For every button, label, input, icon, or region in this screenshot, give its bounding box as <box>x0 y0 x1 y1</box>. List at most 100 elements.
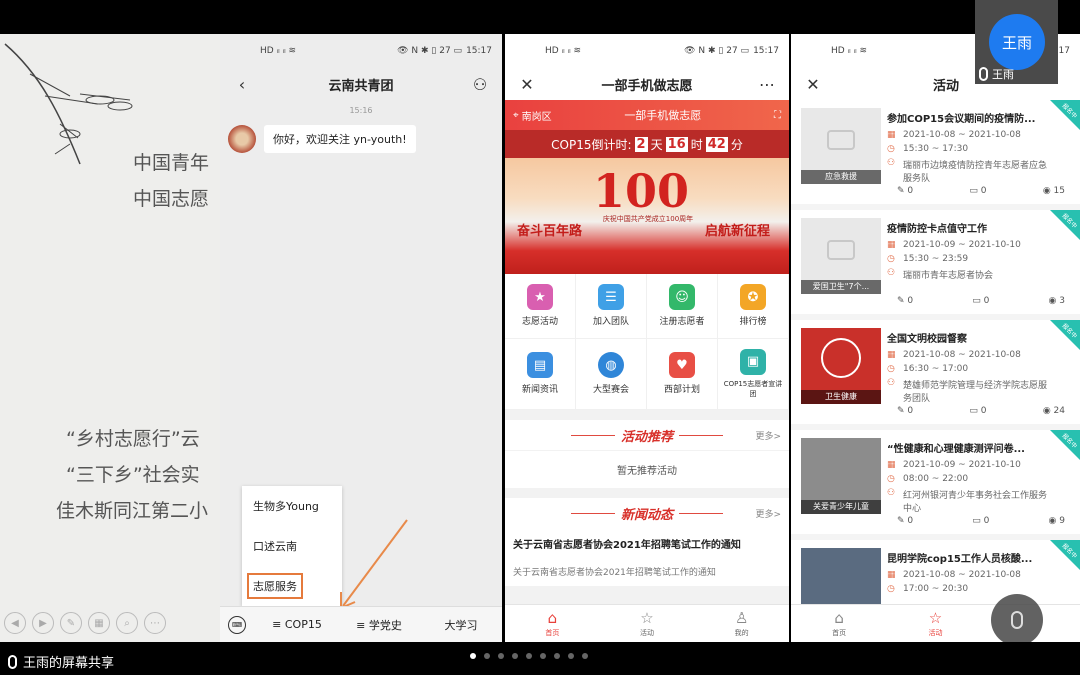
tab-home[interactable]: ⌂ 首页 <box>791 605 887 642</box>
section-recommend-title: 活动推荐 <box>620 429 673 445</box>
more-menu-icon[interactable]: ⋯ <box>757 75 777 94</box>
page-dot[interactable] <box>526 653 532 659</box>
participant-video-tile[interactable]: 王雨 王雨 <box>975 0 1058 84</box>
submenu-item-volunteer-service[interactable]: 志愿服务 <box>242 566 342 606</box>
banner-left-slogan: 奋斗百年路 <box>517 224 583 239</box>
news-item-title[interactable]: 关于云南省志愿者协会2021年招聘笔试工作的通知 <box>505 528 789 555</box>
chat-title: 云南共青团 <box>328 78 394 94</box>
comment-count: ▭ 0 <box>972 516 990 526</box>
activity-card[interactable]: 应急救援 参加COP15会议期间的疫情防... ▦ 2021-10-08 ~ 20… <box>791 100 1080 204</box>
menu-party-history[interactable]: ≡ 学党史 <box>338 617 420 633</box>
annotation-arrow-icon <box>340 519 408 610</box>
tab-activity[interactable]: ☆ 活动 <box>887 605 983 642</box>
comment-count: ▭ 0 <box>969 406 987 416</box>
activity-stats: ✎ 0 ▭ 0 ◉ 9 <box>897 516 1065 526</box>
activity-date: ▦ 2021-10-09 ~ 2021-10-10 <box>887 240 1021 250</box>
news-more-link[interactable]: 更多> <box>755 507 781 520</box>
countdown-days: 2 <box>634 136 648 152</box>
feature-volunteer-activity[interactable]: ★ 志愿活动 <box>505 274 576 339</box>
activity-stats: ✎ 0 ▭ 0 ◉ 24 <box>897 406 1065 416</box>
activity-title-text: “性健康和心理健康测评问卷... <box>887 444 1025 455</box>
feature-cop15-lecture-group[interactable]: ▣ COP15志愿者宣讲团 <box>718 338 789 410</box>
slide-line-3: “乡村志愿行”云 <box>66 428 200 450</box>
camera-placeholder-icon <box>827 240 855 260</box>
zoom-icon[interactable]: ⌕ <box>116 612 138 634</box>
activity-org: ⚇ 瑞丽市边境疫情防控青年志愿者应急服务队 <box>887 158 1048 184</box>
activity-time: ◷ 17:00 ~ 20:30 <box>887 584 969 594</box>
feature-register-volunteer[interactable]: ☺ 注册志愿者 <box>647 274 718 339</box>
page-indicator <box>470 653 588 659</box>
screen-share-label: 王雨的屏幕共享 <box>8 652 114 671</box>
clock-icon: ◷ <box>887 584 895 594</box>
pen-icon[interactable]: ✎ <box>60 612 82 634</box>
home-nav-bar: ✕ 一部手机做志愿 ⋯ <box>505 68 789 100</box>
account-avatar[interactable] <box>228 125 256 153</box>
calendar-icon: ▦ <box>887 570 896 580</box>
close-icon[interactable]: ✕ <box>803 75 823 94</box>
activity-card[interactable]: 昆明学院cop15工作人员核酸... ▦ 2021-10-08 ~ 2021-10… <box>791 540 1080 604</box>
profile-icon[interactable]: ⚇ <box>470 75 490 94</box>
countdown-minute-unit: 分 <box>730 137 743 152</box>
grid-view-icon[interactable]: ▦ <box>88 612 110 634</box>
group-icon: ⚇ <box>887 158 896 168</box>
party-anniversary-banner[interactable]: 100 庆祝中国共产党成立100周年 奋斗百年路 启航新征程 <box>505 158 789 274</box>
status-bar: HD ᵢₗ ᵢₗ ≋ 👁 N ✱ ▯ 27 ▭15:17 <box>220 34 502 68</box>
news-icon: ▤ <box>527 352 553 379</box>
chat-timestamp: 15:16 <box>349 106 373 115</box>
page-dot[interactable] <box>484 653 490 659</box>
activity-thumbnail: 关爱青少年儿童 <box>801 438 881 514</box>
like-count: ✎ 0 <box>897 296 914 306</box>
feature-western-plan[interactable]: ♥ 西部计划 <box>647 338 718 410</box>
tab-activity[interactable]: ☆ 活动 <box>600 605 695 642</box>
view-count: ◉ 24 <box>1042 406 1065 416</box>
phone-chat-screen: HD ᵢₗ ᵢₗ ≋ 👁 N ✱ ▯ 27 ▭ 15:17 ‹ 云南共青团 ⚇ 1… <box>220 34 502 642</box>
recommend-more-link[interactable]: 更多> <box>755 429 781 442</box>
mute-microphone-button[interactable] <box>991 594 1043 646</box>
back-arrow-icon[interactable]: ‹ <box>232 75 252 94</box>
activity-card[interactable]: 关爱青少年儿童 “性健康和心理健康测评问卷... ▦ 2021-10-09 ~ 2… <box>791 430 1080 534</box>
tab-mine[interactable]: ♙ 我的 <box>694 605 789 642</box>
keyboard-icon[interactable]: ⌨ <box>228 615 246 634</box>
user-icon: ♙ <box>734 608 749 627</box>
clock-icon: ◷ <box>887 474 895 484</box>
slide-toolbar: ◀ ▶ ✎ ▦ ⌕ ⋯ <box>4 612 166 634</box>
feature-news[interactable]: ▤ 新闻资讯 <box>505 338 576 410</box>
feature-major-events[interactable]: ◍ 大型赛会 <box>576 338 647 410</box>
chat-menu-bar: ⌨ ≡ COP15 ≡ 学党史 大学习 <box>220 606 502 642</box>
microphone-icon <box>1011 611 1023 629</box>
page-dot[interactable] <box>582 653 588 659</box>
menu-cop15[interactable]: ≡ COP15 <box>256 618 338 631</box>
page-dot[interactable] <box>568 653 574 659</box>
thumb-caption: 爱国卫生"7个... <box>801 280 881 294</box>
page-dot[interactable] <box>470 653 476 659</box>
presentation-slide: 中国青年 中国志愿 “乡村志愿行”云 “三下乡”社会实 佳木斯同江第二小 ◀ ▶… <box>0 34 220 642</box>
more-options-icon[interactable]: ⋯ <box>144 612 166 634</box>
next-slide-icon[interactable]: ▶ <box>32 612 54 634</box>
signal-icons: HD ᵢₗ ᵢₗ ≋ <box>260 46 297 56</box>
page-dot[interactable] <box>540 653 546 659</box>
page-dot[interactable] <box>498 653 504 659</box>
top-bar <box>0 0 1080 34</box>
location-name[interactable]: 南岗区 <box>522 108 552 123</box>
thumb-caption: 关爱青少年儿童 <box>801 500 881 514</box>
activity-card[interactable]: 卫生健康 全国文明校园督察 ▦ 2021-10-08 ~ 2021-10-08 ◷… <box>791 320 1080 424</box>
feature-leaderboard[interactable]: ✪ 排行榜 <box>718 274 789 339</box>
submenu-item-oral-yunnan[interactable]: 口述云南 <box>242 526 342 566</box>
activity-card[interactable]: 爱国卫生"7个... 疫情防控卡点值守工作 ▦ 2021-10-09 ~ 2021… <box>791 210 1080 314</box>
page-dot[interactable] <box>554 653 560 659</box>
submenu-item-bio-young[interactable]: 生物多Young <box>242 486 342 526</box>
feature-join-team[interactable]: ☰ 加入团队 <box>576 274 647 339</box>
phone-activity-list: HD ᵢₗ ᵢₗ ≋ 👁 N ✱ ▯ 27 ▭15:17 ✕ 活动 应急救援 参… <box>791 34 1080 642</box>
camera-placeholder-icon <box>827 130 855 150</box>
page-dot[interactable] <box>512 653 518 659</box>
scan-icon[interactable]: ⛶ <box>774 110 781 121</box>
slide-line-4: “三下乡”社会实 <box>66 464 200 486</box>
prev-slide-icon[interactable]: ◀ <box>4 612 26 634</box>
like-count: ✎ 0 <box>897 516 914 526</box>
activity-title-text: 昆明学院cop15工作人员核酸... <box>887 554 1033 565</box>
section-news-title: 新闻动态 <box>620 507 673 523</box>
menu-big-study[interactable]: 大学习 <box>420 617 502 633</box>
tab-home[interactable]: ⌂ 首页 <box>505 605 600 642</box>
countdown-hours: 16 <box>665 136 688 152</box>
close-icon[interactable]: ✕ <box>517 75 537 94</box>
